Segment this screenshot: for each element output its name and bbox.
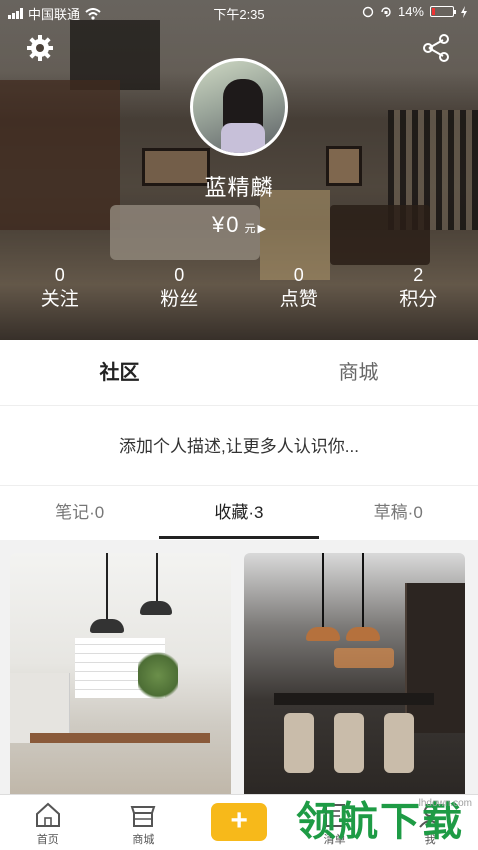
share-button[interactable] <box>420 32 452 64</box>
stat-value: 2 <box>413 265 424 285</box>
balance-unit: 元 <box>244 223 256 235</box>
profile-header: 中国联通 下午2:35 14% 蓝精麟 ¥0 元 ▶ 0 关注 0 粉丝 0 点… <box>0 0 478 340</box>
watermark: 领航下载 lhdown.com <box>296 794 478 850</box>
tabbar-add[interactable]: + <box>191 795 287 850</box>
stat-label: 粉丝 <box>160 289 199 310</box>
username: 蓝精麟 <box>204 175 274 200</box>
tabbar-store[interactable]: 商城 <box>96 795 192 850</box>
stats-row: 0 关注 0 粉丝 0 点赞 2 积分 <box>0 264 478 314</box>
tabbar-label: 首页 <box>36 834 59 846</box>
stat-label: 关注 <box>40 289 79 310</box>
balance-link[interactable]: ¥0 元 ▶ <box>0 212 478 238</box>
tabbar-home[interactable]: 首页 <box>0 795 96 850</box>
stat-followers[interactable]: 0 粉丝 <box>120 264 240 314</box>
balance-currency: ¥ <box>212 212 225 237</box>
share-icon <box>423 34 449 62</box>
stat-value: 0 <box>174 265 185 285</box>
add-description-prompt[interactable]: 添加个人描述,让更多人认识你... <box>0 432 478 457</box>
home-icon <box>35 802 60 827</box>
status-bar: 中国联通 下午2:35 14% <box>0 0 478 24</box>
watermark-url: lhdown.com <box>418 798 472 809</box>
rotation-lock-icon <box>381 6 391 17</box>
tab-notes[interactable]: 笔记·0 <box>0 487 159 539</box>
tabbar-label: 商城 <box>132 834 155 846</box>
stat-label: 点赞 <box>279 289 318 310</box>
favorite-card[interactable] <box>244 553 465 798</box>
plus-icon[interactable]: + <box>211 803 268 841</box>
stat-likes[interactable]: 0 点赞 <box>239 264 359 314</box>
stat-value: 0 <box>293 265 304 285</box>
avatar[interactable] <box>190 58 288 156</box>
favorite-card[interactable] <box>10 553 231 798</box>
stat-value: 0 <box>54 265 65 285</box>
stat-points[interactable]: 2 积分 <box>359 264 478 314</box>
chevron-right-icon: ▶ <box>257 223 266 235</box>
main-tabs: 社区 商城 <box>0 340 478 406</box>
content-tabs: 笔记·0 收藏·3 草稿·0 <box>0 487 478 539</box>
tab-mall[interactable]: 商城 <box>239 340 478 405</box>
tab-favorites[interactable]: 收藏·3 <box>159 487 319 539</box>
settings-button[interactable] <box>24 32 56 64</box>
store-icon <box>131 806 156 827</box>
tab-drafts[interactable]: 草稿·0 <box>319 487 478 539</box>
stat-following[interactable]: 0 关注 <box>0 264 120 314</box>
tab-community[interactable]: 社区 <box>0 340 239 405</box>
stat-label: 积分 <box>399 289 438 310</box>
battery-percent: 14% <box>397 4 424 19</box>
gear-icon <box>27 35 53 61</box>
battery-icon <box>430 6 456 17</box>
balance-value: 0 <box>226 212 239 237</box>
alarm-icon <box>362 6 374 17</box>
charging-icon <box>461 5 467 18</box>
